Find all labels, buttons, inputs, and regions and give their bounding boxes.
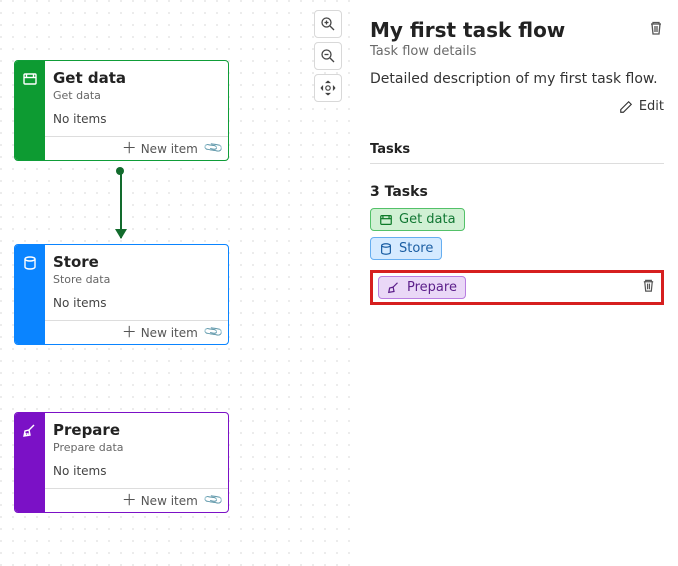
broom-icon xyxy=(22,423,38,439)
chip-label: Prepare xyxy=(407,280,457,295)
cylinder-icon xyxy=(22,255,38,271)
edit-button[interactable]: Edit xyxy=(619,99,664,114)
node-subtitle: Get data xyxy=(53,89,218,102)
chip-label: Store xyxy=(399,241,433,256)
details-panel: My first task flow Task flow details Det… xyxy=(350,0,678,566)
task-chip-prepare[interactable]: Prepare xyxy=(378,276,466,299)
pencil-icon xyxy=(619,100,633,114)
divider xyxy=(370,163,664,164)
delete-task-button[interactable] xyxy=(641,278,656,297)
node-subtitle: Store data xyxy=(53,273,218,286)
new-item-label: New item xyxy=(141,494,198,508)
node-title: Store xyxy=(53,253,218,271)
node-no-items: No items xyxy=(53,464,218,478)
flow-connector xyxy=(120,172,122,238)
panel-subtitle: Task flow details xyxy=(370,44,664,59)
cylinder-icon xyxy=(379,242,393,256)
trash-icon xyxy=(648,20,664,36)
window-icon xyxy=(22,71,38,87)
node-color-strip xyxy=(15,413,45,512)
node-color-strip xyxy=(15,245,45,344)
plus-icon: ＋ xyxy=(122,141,137,156)
flow-node-get-data[interactable]: Get data Get data No items ＋ New item 📎 xyxy=(14,60,229,161)
zoom-out-icon xyxy=(320,48,336,64)
attachment-icon[interactable]: 📎 xyxy=(203,322,225,344)
tasks-section-title: Tasks xyxy=(370,142,664,157)
node-no-items: No items xyxy=(53,112,218,126)
selected-task-row: Prepare xyxy=(370,270,664,305)
new-item-button[interactable]: ＋ New item xyxy=(122,493,198,508)
chip-label: Get data xyxy=(399,212,456,227)
new-item-label: New item xyxy=(141,142,198,156)
node-title: Get data xyxy=(53,69,218,87)
node-no-items: No items xyxy=(53,296,218,310)
window-icon xyxy=(379,213,393,227)
new-item-button[interactable]: ＋ New item xyxy=(122,141,198,156)
attachment-icon[interactable]: 📎 xyxy=(203,490,225,512)
pan-button[interactable] xyxy=(314,74,342,102)
node-subtitle: Prepare data xyxy=(53,441,218,454)
new-item-label: New item xyxy=(141,326,198,340)
flow-canvas[interactable]: Get data Get data No items ＋ New item 📎 … xyxy=(0,0,350,566)
task-chip-store[interactable]: Store xyxy=(370,237,442,260)
panel-description: Detailed description of my first task fl… xyxy=(370,71,664,87)
zoom-out-button[interactable] xyxy=(314,42,342,70)
zoom-in-button[interactable] xyxy=(314,10,342,38)
edit-label: Edit xyxy=(639,99,664,114)
flow-node-store[interactable]: Store Store data No items ＋ New item 📎 xyxy=(14,244,229,345)
zoom-in-icon xyxy=(320,16,336,32)
panel-title: My first task flow xyxy=(370,18,565,42)
zoom-controls xyxy=(314,10,342,102)
node-title: Prepare xyxy=(53,421,218,439)
new-item-button[interactable]: ＋ New item xyxy=(122,325,198,340)
attachment-icon[interactable]: 📎 xyxy=(203,138,225,160)
task-count: 3 Tasks xyxy=(370,184,664,200)
trash-icon xyxy=(641,278,656,293)
pan-icon xyxy=(320,80,336,96)
node-color-strip xyxy=(15,61,45,160)
delete-flow-button[interactable] xyxy=(648,20,664,40)
task-chip-list: Get data Store Prepare xyxy=(370,208,664,305)
flow-node-prepare[interactable]: Prepare Prepare data No items ＋ New item… xyxy=(14,412,229,513)
broom-icon xyxy=(387,281,401,295)
plus-icon: ＋ xyxy=(122,493,137,508)
task-chip-get-data[interactable]: Get data xyxy=(370,208,465,231)
plus-icon: ＋ xyxy=(122,325,137,340)
